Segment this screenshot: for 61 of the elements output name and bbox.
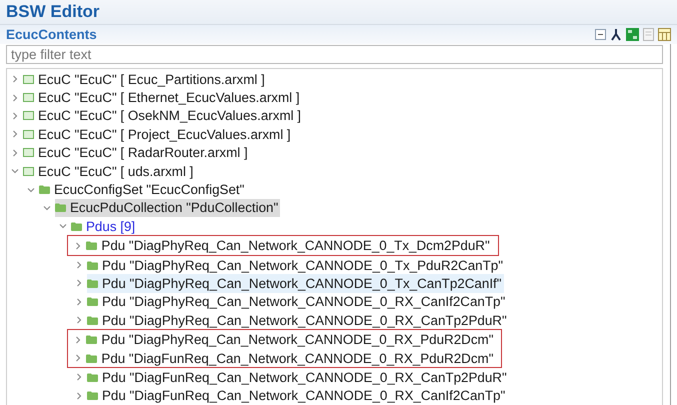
collapse-all-icon[interactable] bbox=[595, 29, 606, 40]
folder-icon bbox=[39, 185, 50, 194]
folder-icon bbox=[87, 391, 98, 400]
tree-item[interactable]: Pdu "DiagPhyReq_Can_Network_CANNODE_0_RX_PduR2Dcm" bbox=[86, 330, 496, 349]
tree-item[interactable]: EcuC "EcuC" [ Ecuc_Partitions.arxml ] bbox=[23, 70, 267, 88]
filter-field[interactable]: type filter text bbox=[6, 44, 663, 64]
module-icon bbox=[23, 166, 34, 176]
tree-item[interactable]: EcucConfigSet "EcucConfigSet" bbox=[39, 180, 246, 199]
section-title: EcucContents bbox=[6, 27, 97, 42]
chevron-right-icon[interactable] bbox=[75, 298, 83, 306]
document-icon[interactable] bbox=[643, 28, 654, 42]
tree-item[interactable]: EcucPduCollection "PduCollection" bbox=[55, 198, 280, 218]
editor-title: BSW Editor bbox=[6, 2, 100, 22]
tree-item[interactable]: Pdu "DiagPhyReq_Can_Network_CANNODE_0_RX_CanIf2CanTp" bbox=[87, 292, 508, 312]
tree-item[interactable]: Pdu "DiagFunReq_Can_Network_CANNODE_0_RX_CanTp2PduR" bbox=[87, 368, 509, 387]
chevron-right-icon[interactable] bbox=[75, 261, 83, 270]
module-icon bbox=[23, 93, 34, 102]
module-icon bbox=[23, 148, 34, 158]
module-icon bbox=[23, 74, 34, 84]
chevron-right-icon[interactable] bbox=[74, 336, 82, 344]
chevron-down-icon[interactable] bbox=[11, 167, 19, 176]
chevron-down-icon[interactable] bbox=[59, 222, 67, 230]
chevron-right-icon[interactable] bbox=[74, 354, 82, 362]
tree-item[interactable]: Pdu "DiagFunReq_Can_Network_CANNODE_0_RX_PduR2Dcm" bbox=[86, 348, 496, 368]
folder-icon bbox=[86, 241, 98, 250]
module-icon bbox=[23, 111, 34, 120]
fork-icon[interactable] bbox=[610, 28, 622, 42]
chevron-right-icon[interactable] bbox=[75, 316, 83, 324]
chevron-right-icon[interactable] bbox=[75, 373, 83, 382]
tree-item[interactable]: EcuC "EcuC" [ RadarRouter.arxml ] bbox=[23, 144, 250, 162]
tree-item[interactable]: EcuC "EcuC" [ Project_EcucValues.arxml ] bbox=[23, 125, 293, 144]
folder-icon bbox=[86, 354, 98, 363]
tree-item[interactable]: Pdu "DiagPhyReq_Can_Network_CANNODE_0_Tx_Dcm2PduR" bbox=[86, 236, 492, 255]
tree-item[interactable]: Pdus [9] bbox=[71, 217, 138, 236]
folder-icon bbox=[87, 316, 98, 325]
chevron-right-icon[interactable] bbox=[11, 94, 19, 102]
folder-icon bbox=[87, 278, 98, 288]
tree-item[interactable]: EcuC "EcuC" [ Ethernet_EcucValues.arxml ] bbox=[23, 88, 302, 107]
tree-item[interactable]: Pdu "DiagPhyReq_Can_Network_CANNODE_0_Tx_CanTp2CanIf" bbox=[87, 274, 504, 293]
chevron-right-icon[interactable] bbox=[75, 392, 83, 400]
folder-icon bbox=[87, 260, 98, 270]
folder-icon bbox=[55, 203, 66, 212]
folder-icon bbox=[87, 372, 98, 382]
chevron-down-icon[interactable] bbox=[27, 186, 35, 194]
folder-icon bbox=[86, 335, 98, 344]
table-icon[interactable] bbox=[658, 28, 671, 42]
chevron-right-icon[interactable] bbox=[11, 112, 19, 120]
module-icon bbox=[23, 130, 34, 139]
tree-item[interactable]: EcuC "EcuC" [ uds.arxml ] bbox=[23, 162, 196, 180]
chevron-down-icon[interactable] bbox=[43, 204, 51, 212]
chevron-right-icon[interactable] bbox=[75, 279, 83, 288]
chevron-right-icon[interactable] bbox=[11, 148, 19, 157]
chevron-right-icon[interactable] bbox=[11, 130, 19, 138]
folder-icon bbox=[87, 297, 98, 306]
folder-icon bbox=[71, 222, 82, 231]
tree-item[interactable]: Pdu "DiagPhyReq_Can_Network_CANNODE_0_RX_CanTp2PduR" bbox=[87, 311, 509, 330]
tree-item[interactable]: EcuC "EcuC" [ OsekNM_EcucValues.arxml ] bbox=[23, 106, 304, 126]
chevron-right-icon[interactable] bbox=[11, 75, 19, 84]
tree-item[interactable]: Pdu "DiagPhyReq_Can_Network_CANNODE_0_Tx_PduR2CanTp" bbox=[87, 256, 506, 274]
chevron-right-icon[interactable] bbox=[74, 242, 82, 250]
tree-item[interactable]: Pdu "DiagFunReq_Can_Network_CANNODE_0_RX_CanIf2CanTp" bbox=[87, 386, 508, 405]
